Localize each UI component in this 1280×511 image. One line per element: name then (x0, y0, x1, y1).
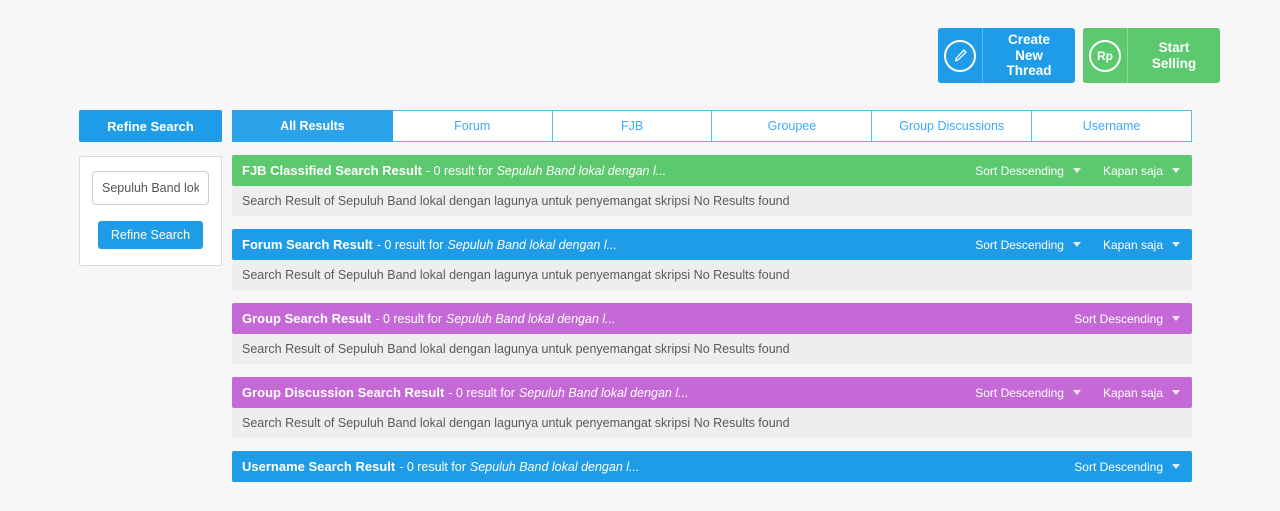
refine-search-sidebar: Refine Search Refine Search (79, 110, 222, 482)
result-header: FJB Classified Search Result - 0 result f… (232, 155, 1192, 186)
time-filter-dropdown[interactable]: Kapan saja (1103, 238, 1180, 252)
time-filter-label: Kapan saja (1102, 163, 1163, 178)
time-filter-label: Kapan saja (1102, 385, 1163, 400)
result-controls: Sort Descending Kapan saja (975, 386, 1180, 400)
result-header: Group Discussion Search Result - 0 result… (232, 377, 1192, 408)
result-title: Username Search Result (242, 459, 396, 474)
result-count-text: - 0 result for (399, 459, 466, 474)
sort-order-dropdown[interactable]: Sort Descending (975, 238, 1081, 252)
start-selling-label: Start Selling (1151, 39, 1197, 71)
sort-order-dropdown[interactable]: Sort Descending (975, 164, 1081, 178)
chevron-down-icon (1172, 242, 1180, 247)
chevron-down-icon (1172, 316, 1180, 321)
top-action-bar: Create New Thread Rp Start Selling (938, 28, 1220, 83)
result-query-text: Sepuluh Band lokal dengan l... (496, 163, 667, 178)
result-title: Group Search Result (242, 311, 372, 326)
chevron-down-icon (1072, 390, 1081, 395)
pencil-icon (944, 39, 976, 72)
sort-order-label: Sort Descending (975, 385, 1064, 400)
result-blocks: FJB Classified Search Result - 0 result f… (232, 155, 1192, 482)
time-filter-label: Kapan saja (1102, 237, 1163, 252)
result-block: Group Search Result - 0 result for Sepuluh… (232, 303, 1192, 364)
tab-groupee[interactable]: Groupee (712, 110, 873, 142)
tab-forum[interactable]: Forum (392, 110, 553, 142)
result-controls: Sort Descending (1074, 312, 1180, 326)
refine-search-submit-button[interactable]: Refine Search (97, 221, 204, 249)
result-count-text: - 0 result for (425, 163, 493, 178)
search-results-page: Create New Thread Rp Start Selling Refin… (0, 0, 1280, 511)
refine-search-input[interactable] (92, 171, 209, 205)
sort-order-dropdown[interactable]: Sort Descending (1074, 460, 1180, 474)
result-query-text: Sepuluh Band lokal dengan l... (469, 459, 640, 474)
result-query-text: Sepuluh Band lokal dengan l... (447, 237, 618, 252)
result-query-text: Sepuluh Band lokal dengan l... (446, 311, 616, 326)
time-filter-dropdown[interactable]: Kapan saja (1103, 164, 1180, 178)
result-count-text: - 0 result for (376, 237, 444, 252)
tab-all-results[interactable]: All Results (232, 110, 393, 142)
result-controls: Sort Descending Kapan saja (975, 238, 1180, 252)
result-title: FJB Classified Search Result (242, 163, 422, 178)
create-new-thread-label: Create New Thread (1006, 32, 1052, 79)
result-block: Forum Search Result - 0 result for Sepuluh… (232, 229, 1192, 290)
chevron-down-icon (1072, 168, 1081, 173)
chevron-down-icon (1072, 242, 1081, 247)
sort-order-label: Sort Descending (975, 237, 1064, 252)
sort-order-label: Sort Descending (1074, 311, 1163, 326)
sort-order-label: Sort Descending (975, 163, 1064, 178)
content-area: Refine Search Refine Search All ResultsF… (79, 110, 1192, 482)
result-body-text: Search Result of Sepuluh Band lokal deng… (232, 260, 1192, 290)
start-selling-button[interactable]: Rp Start Selling (1083, 28, 1220, 83)
create-new-thread-button[interactable]: Create New Thread (938, 28, 1075, 83)
result-header: Forum Search Result - 0 result for Sepuluh… (232, 229, 1192, 260)
result-header: Group Search Result - 0 result for Sepuluh… (232, 303, 1192, 334)
result-body-text: Search Result of Sepuluh Band lokal deng… (232, 186, 1192, 216)
chevron-down-icon (1172, 464, 1180, 469)
rupiah-icon-cell: Rp (1083, 28, 1128, 83)
result-body-text: Search Result of Sepuluh Band lokal deng… (232, 334, 1192, 364)
result-controls: Sort Descending (1074, 460, 1180, 474)
tab-fjb[interactable]: FJB (552, 110, 713, 142)
refine-search-header[interactable]: Refine Search (79, 110, 222, 142)
tab-group-discussions[interactable]: Group Discussions (872, 110, 1033, 142)
result-block: Group Discussion Search Result - 0 result… (232, 377, 1192, 438)
refine-search-panel: Refine Search (79, 156, 222, 266)
result-count-text: - 0 result for (375, 311, 442, 326)
result-title: Forum Search Result (242, 237, 373, 252)
results-tab-bar: All Results Forum FJB Groupee Group Discussi… (232, 110, 1192, 142)
chevron-down-icon (1172, 390, 1180, 395)
results-column: All Results Forum FJB Groupee Group Discussi… (232, 110, 1192, 482)
sort-order-dropdown[interactable]: Sort Descending (1074, 312, 1180, 326)
pencil-icon-cell (938, 28, 983, 83)
sort-order-dropdown[interactable]: Sort Descending (975, 386, 1081, 400)
result-title: Group Discussion Search Result (242, 385, 445, 400)
sort-order-label: Sort Descending (1074, 459, 1163, 474)
result-block: Username Search Result - 0 result for Sepu… (232, 451, 1192, 482)
time-filter-dropdown[interactable]: Kapan saja (1103, 386, 1180, 400)
result-count-text: - 0 result for (448, 385, 515, 400)
rupiah-icon: Rp (1089, 39, 1121, 72)
result-query-text: Sepuluh Band lokal dengan l... (518, 385, 689, 400)
result-body-text: Search Result of Sepuluh Band lokal deng… (232, 408, 1192, 438)
chevron-down-icon (1172, 168, 1180, 173)
result-header: Username Search Result - 0 result for Sepu… (232, 451, 1192, 482)
result-block: FJB Classified Search Result - 0 result f… (232, 155, 1192, 216)
result-controls: Sort Descending Kapan saja (975, 164, 1180, 178)
tab-username[interactable]: Username (1032, 110, 1192, 142)
